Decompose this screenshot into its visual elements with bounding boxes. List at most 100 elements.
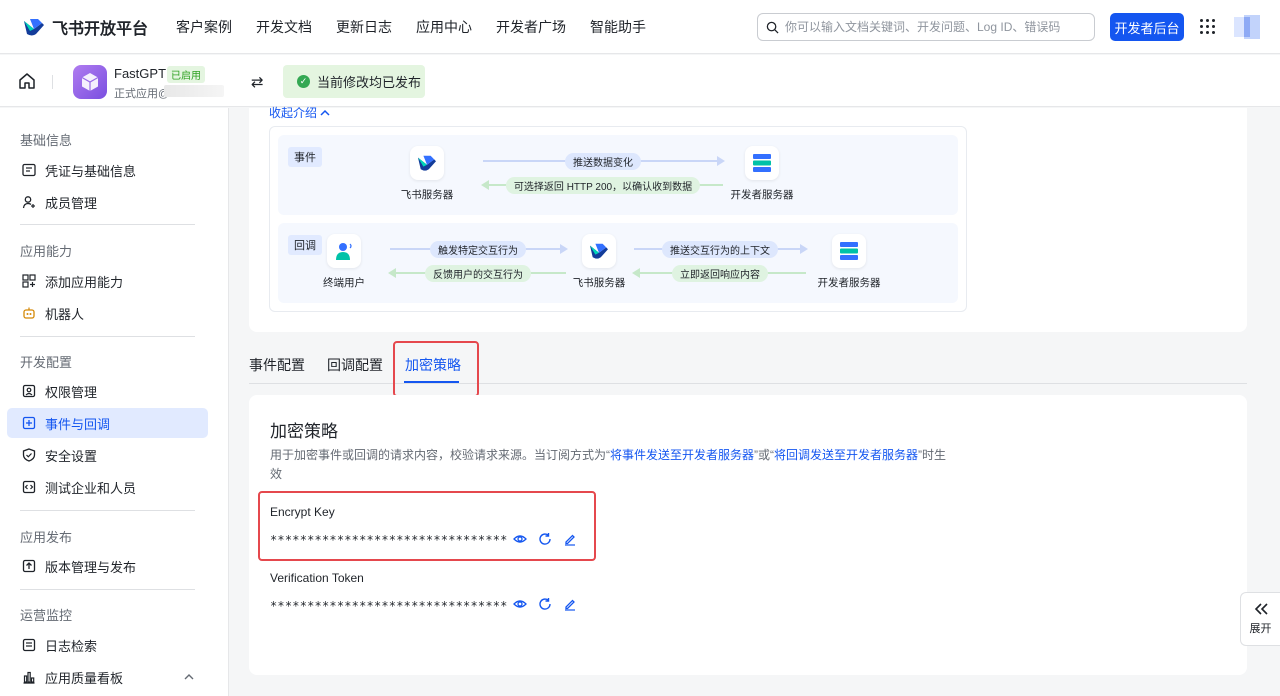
divider xyxy=(20,336,195,337)
sidebar-item-credentials[interactable]: 凭证与基础信息 xyxy=(7,155,208,185)
chevron-up-icon[interactable] xyxy=(183,671,195,683)
user-icon xyxy=(327,234,361,268)
nav-app-center[interactable]: 应用中心 xyxy=(416,17,472,37)
collapse-intro-label: 收起介绍 xyxy=(269,106,318,120)
refresh-icon[interactable] xyxy=(538,597,552,611)
highlight-box xyxy=(258,491,596,561)
divider xyxy=(20,589,195,590)
arrow-caption: 反馈用户的交互行为 xyxy=(425,265,531,282)
edit-icon[interactable] xyxy=(563,597,577,611)
feishu-server-icon xyxy=(582,234,616,268)
event-tag: 事件 xyxy=(288,147,322,167)
app-name: FastGPT xyxy=(114,66,167,81)
callback-tag: 回调 xyxy=(288,235,322,255)
sidebar-group-title: 应用能力 xyxy=(20,244,73,259)
arrow-caption: 推送数据变化 xyxy=(565,153,641,170)
home-icon[interactable] xyxy=(18,72,36,90)
sidebar-item-event-callback[interactable]: 事件与回调 xyxy=(7,408,208,438)
switch-app-icon[interactable]: ⇄ xyxy=(251,73,264,91)
node-label: 终端用户 xyxy=(323,277,365,289)
arrow-back: 可选择返回 HTTP 200，以确认收到数据 xyxy=(481,177,723,194)
desc-link-callback[interactable]: 将回调发送至开发者服务器 xyxy=(774,448,918,462)
arrow-caption: 触发特定交互行为 xyxy=(430,241,526,258)
chevron-up-icon xyxy=(320,109,330,116)
app-grid-icon[interactable] xyxy=(1200,19,1215,34)
chart-icon xyxy=(21,669,37,685)
search-icon xyxy=(766,21,779,34)
arrow-back: 反馈用户的交互行为 xyxy=(388,265,566,282)
double-chevron-left-icon xyxy=(1254,603,1268,615)
sidebar-item-add-capability[interactable]: 添加应用能力 xyxy=(7,266,208,296)
sidebar-item-quality-dashboard[interactable]: 应用质量看板 xyxy=(7,662,208,692)
app-logo-icon xyxy=(73,65,107,99)
sidebar-item-security[interactable]: 安全设置 xyxy=(7,440,208,470)
verification-token-label: Verification Token xyxy=(270,571,364,585)
event-callback-icon xyxy=(21,415,37,431)
nav-dev-plaza[interactable]: 开发者广场 xyxy=(496,17,566,37)
check-circle-icon: ✓ xyxy=(297,75,310,88)
dev-console-button[interactable]: 开发者后台 xyxy=(1110,13,1184,41)
arrow-caption: 立即返回响应内容 xyxy=(672,265,768,282)
sidebar-item-label: 事件与回调 xyxy=(45,416,111,432)
nav-changelog[interactable]: 更新日志 xyxy=(336,17,392,37)
sidebar-item-members[interactable]: 成员管理 xyxy=(7,187,208,217)
desc-link-event[interactable]: 将事件发送至开发者服务器 xyxy=(610,448,754,462)
arrow-forward: 推送数据变化 xyxy=(483,153,725,170)
top-nav: 飞书开放平台 客户案例 开发文档 更新日志 应用中心 开发者广场 智能助手 开发… xyxy=(0,0,1280,54)
collapse-intro-link[interactable]: 收起介绍 xyxy=(269,104,330,121)
member-icon xyxy=(21,194,37,210)
sidebar-item-label: 添加应用能力 xyxy=(45,274,124,290)
feishu-server-icon xyxy=(410,146,444,180)
sidebar-item-label: 成员管理 xyxy=(45,195,98,211)
highlight-box xyxy=(393,341,479,397)
event-flow-row: 事件 飞书服务器 推送数据变化 可选择返回 HTTP 200，以确认收到数据 开… xyxy=(278,135,958,215)
search-input[interactable] xyxy=(785,20,1085,34)
arrow-forward: 触发特定交互行为 xyxy=(390,241,568,258)
divider xyxy=(20,224,195,225)
expand-panel-button[interactable]: 展开 xyxy=(1240,592,1280,646)
search-box[interactable] xyxy=(757,13,1095,41)
verification-token-value: ******************************** xyxy=(270,599,508,613)
sidebar-item-label: 安全设置 xyxy=(45,448,98,464)
sidebar-group-title: 基础信息 xyxy=(20,133,73,148)
divider xyxy=(20,510,195,511)
arrow-back: 立即返回响应内容 xyxy=(632,265,806,282)
test-icon xyxy=(21,479,37,495)
sidebar-item-robot[interactable]: 机器人 xyxy=(7,298,208,328)
sidebar-item-test-users[interactable]: 测试企业和人员 xyxy=(7,472,208,502)
tab-callback-config[interactable]: 回调配置 xyxy=(327,355,383,375)
app-subtitle: 正式应用@ xyxy=(114,88,170,100)
desc-text: ”或“ xyxy=(754,448,775,462)
robot-icon xyxy=(21,305,37,321)
section-description: 用于加密事件或回调的请求内容，校验请求来源。当订阅方式为“将事件发送至开发者服务… xyxy=(270,446,950,484)
arrow-caption: 可选择返回 HTTP 200，以确认收到数据 xyxy=(505,177,701,194)
sidebar-group-title: 应用发布 xyxy=(20,530,73,545)
callback-flow-row: 回调 终端用户 触发特定交互行为 反馈用户的交互行为 飞书服务器 推送交互行为的… xyxy=(278,223,958,303)
nav-customer-cases[interactable]: 客户案例 xyxy=(176,17,232,37)
avatar[interactable] xyxy=(1234,15,1260,39)
expand-label: 展开 xyxy=(1249,623,1272,635)
sidebar-item-log-search[interactable]: 日志检索 xyxy=(7,630,208,660)
permission-icon xyxy=(21,383,37,399)
sidebar-item-label: 凭证与基础信息 xyxy=(45,163,137,179)
desc-text: 用于加密事件或回调的请求内容，校验请求来源。当订阅方式为“ xyxy=(270,448,610,462)
feishu-logo-icon xyxy=(24,18,44,35)
brand[interactable]: 飞书开放平台 xyxy=(22,15,172,39)
credential-icon xyxy=(21,162,37,178)
node-label: 开发者服务器 xyxy=(730,189,794,201)
sidebar-item-versions[interactable]: 版本管理与发布 xyxy=(7,551,208,581)
section-title: 加密策略 xyxy=(270,422,338,441)
publish-status: ✓ 当前修改均已发布 xyxy=(283,65,425,98)
status-badge: 已启用 xyxy=(167,66,205,83)
sidebar-item-label: 测试企业和人员 xyxy=(45,480,137,496)
tab-event-config[interactable]: 事件配置 xyxy=(249,355,305,375)
sidebar-item-label: 机器人 xyxy=(45,306,85,322)
nav-ai-assistant[interactable]: 智能助手 xyxy=(590,17,646,37)
eye-icon[interactable] xyxy=(513,597,527,611)
sidebar-item-label: 权限管理 xyxy=(45,384,98,400)
sidebar: 基础信息 凭证与基础信息 成员管理 应用能力 添加应用能力 机器人 开发配置 权… xyxy=(0,108,229,696)
sidebar-item-permissions[interactable]: 权限管理 xyxy=(7,376,208,406)
app-header: FastGPT 已启用 正式应用@ ⇄ ✓ 当前修改均已发布 xyxy=(0,55,1280,107)
sidebar-item-label: 日志检索 xyxy=(45,638,98,654)
nav-dev-docs[interactable]: 开发文档 xyxy=(256,17,312,37)
